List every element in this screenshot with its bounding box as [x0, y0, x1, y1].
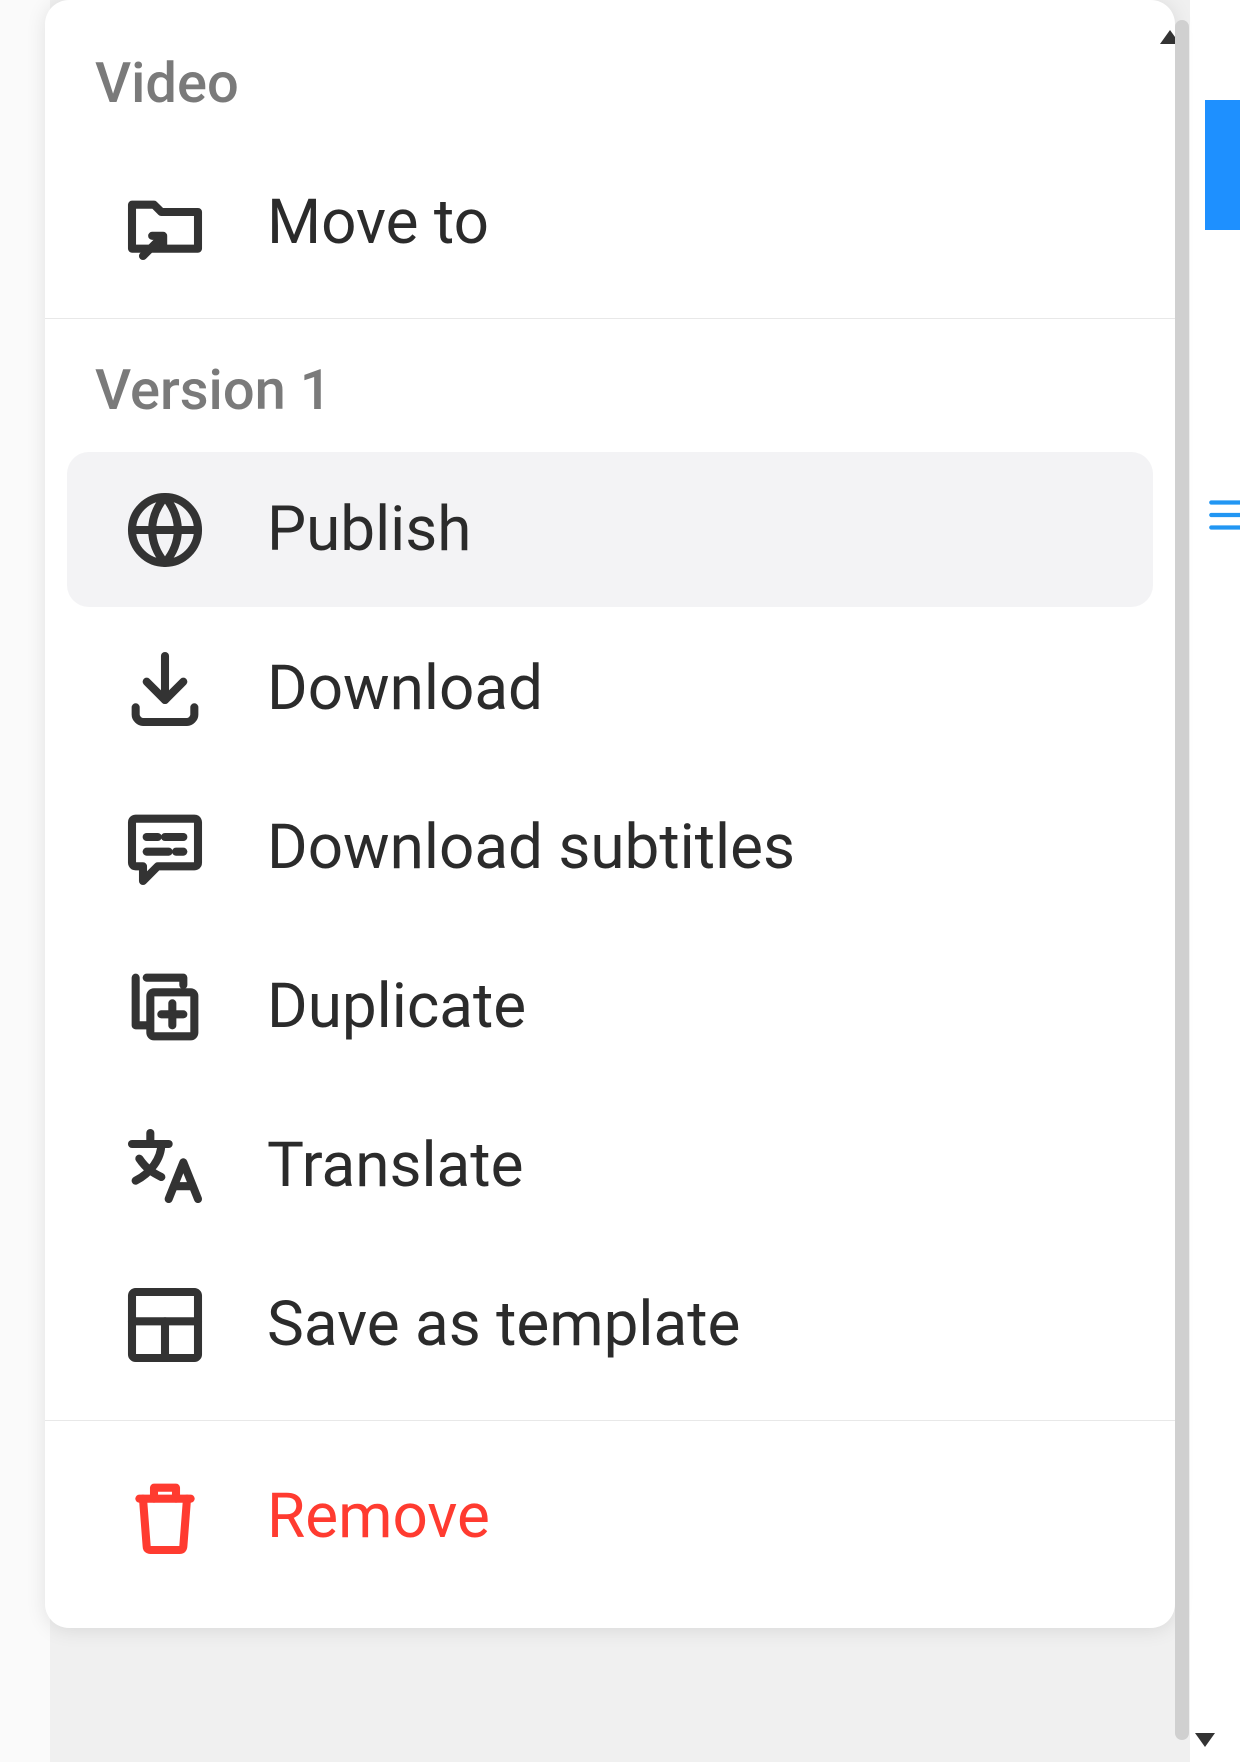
- context-menu: Video Move to Version 1 Publish: [45, 0, 1175, 1628]
- menu-item-publish[interactable]: Publish: [67, 452, 1153, 607]
- menu-item-translate[interactable]: Translate: [67, 1088, 1153, 1243]
- subtitles-icon: [117, 800, 212, 895]
- background-left-fragment: [0, 0, 50, 1762]
- template-icon: [117, 1277, 212, 1372]
- hamburger-icon-fragment: [1205, 490, 1240, 550]
- menu-item-label: Remove: [267, 1480, 490, 1553]
- blue-accent-fragment: [1205, 100, 1240, 230]
- menu-item-label: Download: [267, 652, 543, 725]
- menu-item-label: Save as template: [267, 1288, 740, 1361]
- duplicate-icon: [117, 959, 212, 1054]
- menu-item-label: Translate: [267, 1129, 523, 1202]
- menu-item-remove[interactable]: Remove: [67, 1439, 1153, 1594]
- background-right-fragment: [1190, 0, 1240, 1762]
- menu-item-download-subtitles[interactable]: Download subtitles: [67, 770, 1153, 925]
- menu-item-save-template[interactable]: Save as template: [67, 1247, 1153, 1402]
- menu-item-duplicate[interactable]: Duplicate: [67, 929, 1153, 1084]
- section-header-version: Version 1: [45, 337, 1175, 448]
- menu-divider: [45, 318, 1175, 319]
- folder-move-icon: [117, 175, 212, 270]
- menu-item-move-to[interactable]: Move to: [67, 145, 1153, 300]
- menu-item-download[interactable]: Download: [67, 611, 1153, 766]
- scrollbar[interactable]: [1175, 20, 1189, 1740]
- translate-icon: [117, 1118, 212, 1213]
- menu-divider: [45, 1420, 1175, 1421]
- menu-item-label: Publish: [267, 493, 471, 566]
- menu-item-label: Move to: [267, 186, 489, 259]
- download-icon: [117, 641, 212, 736]
- scroll-down-arrow-icon[interactable]: [1195, 1733, 1215, 1747]
- section-header-video: Video: [45, 30, 1175, 141]
- menu-item-label: Download subtitles: [267, 811, 795, 884]
- menu-item-label: Duplicate: [267, 970, 526, 1043]
- globe-icon: [117, 482, 212, 577]
- trash-icon: [117, 1469, 212, 1564]
